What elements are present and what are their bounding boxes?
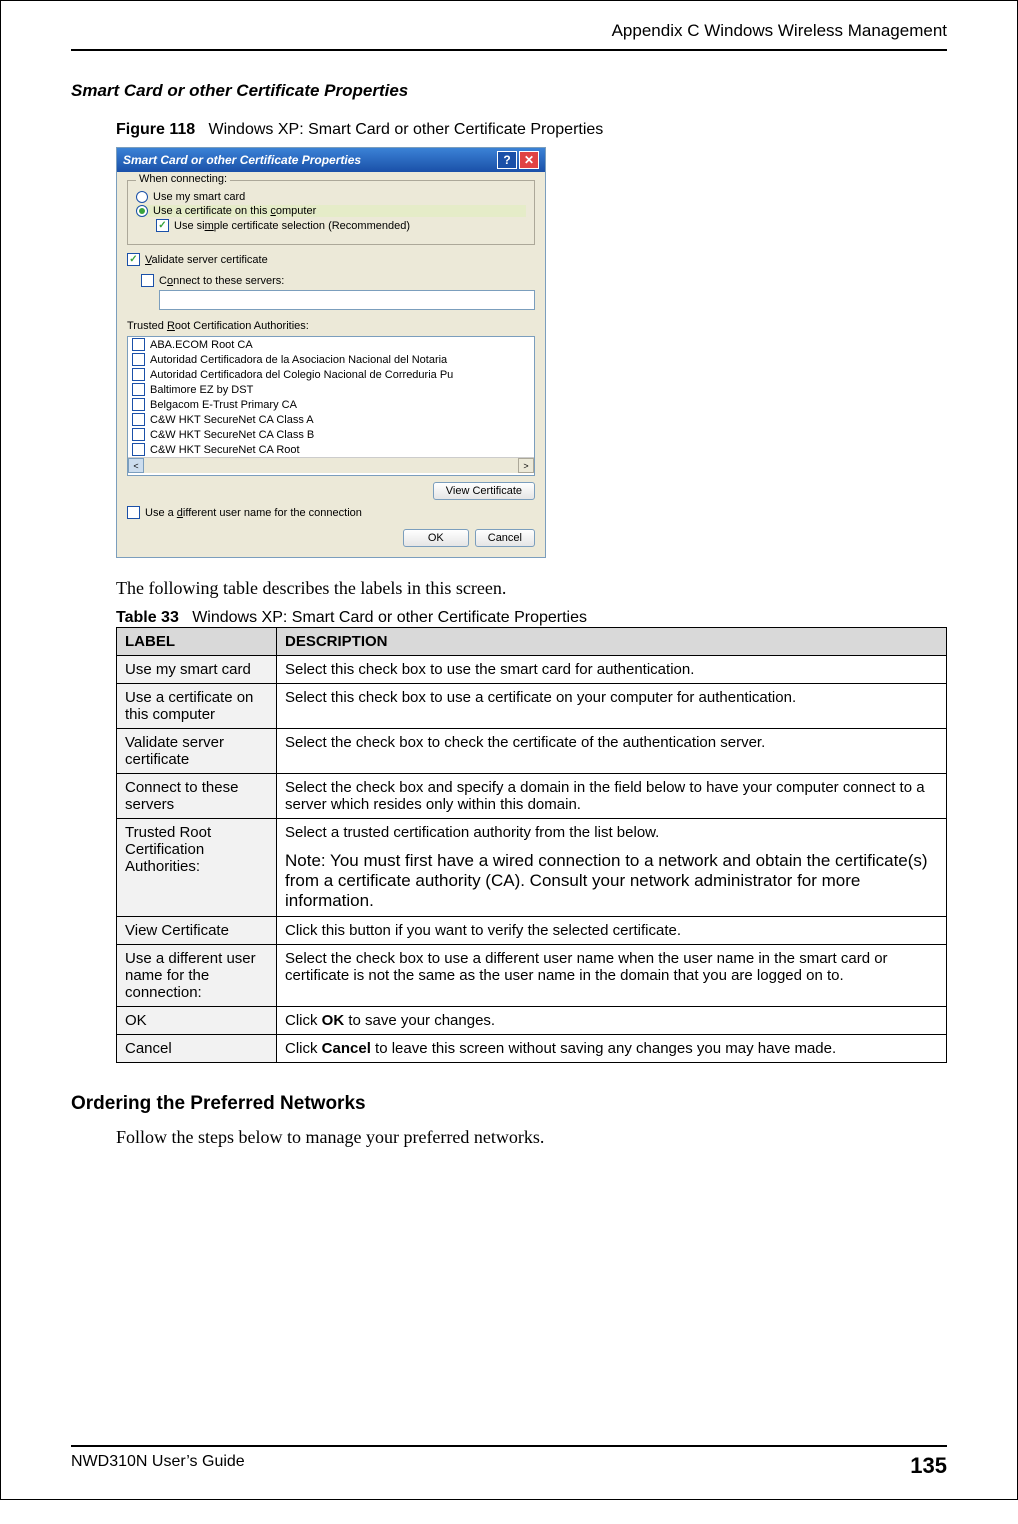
section-title: Smart Card or other Certificate Properti… (71, 81, 947, 101)
radio-icon (136, 205, 148, 217)
list-item[interactable]: Baltimore EZ by DST (128, 382, 534, 397)
authorities-list[interactable]: ABA.ECOM Root CA Autoridad Certificadora… (127, 336, 535, 476)
servers-input[interactable] (159, 290, 535, 310)
checkbox-simple[interactable]: Use simple certificate selection (Recomm… (156, 219, 526, 232)
table-row: View Certificate Click this button if yo… (117, 917, 947, 945)
table-intro-text: The following table describes the labels… (116, 578, 947, 599)
radio-smartcard[interactable]: Use my smart card (136, 191, 526, 203)
page-footer: NWD310N User’s Guide 135 (71, 1445, 947, 1479)
horizontal-scrollbar[interactable]: < > (128, 457, 534, 473)
table-row: Cancel Click Cancel to leave this screen… (117, 1035, 947, 1063)
checkbox-icon (132, 398, 145, 411)
checkbox-icon (132, 338, 145, 351)
checkbox-icon (127, 506, 140, 519)
table-row: Use my smart card Select this check box … (117, 656, 947, 684)
list-item[interactable]: ABA.ECOM Root CA (128, 337, 534, 352)
trusted-label: Trusted Root Certification Authorities: (127, 320, 535, 332)
list-item[interactable]: C&W HKT SecureNet CA Class B (128, 427, 534, 442)
properties-table: LABEL DESCRIPTION Use my smart card Sele… (116, 627, 947, 1063)
table-caption: Table 33 Windows XP: Smart Card or other… (116, 609, 947, 627)
footer-guide: NWD310N User’s Guide (71, 1453, 245, 1479)
help-button-icon[interactable]: ? (497, 151, 517, 169)
close-button-icon[interactable]: ✕ (519, 151, 539, 169)
xp-dialog: Smart Card or other Certificate Properti… (116, 147, 546, 558)
checkbox-icon (127, 253, 140, 266)
radio-smartcard-label: Use my smart card (153, 191, 245, 203)
subsection-body: Follow the steps below to manage your pr… (116, 1127, 947, 1148)
table-row: Validate server certificate Select the c… (117, 729, 947, 774)
table-row: Connect to these servers Select the chec… (117, 774, 947, 819)
ok-button[interactable]: OK (403, 529, 469, 547)
list-item[interactable]: Autoridad Certificadora de la Asociacion… (128, 352, 534, 367)
list-item[interactable]: Autoridad Certificadora del Colegio Naci… (128, 367, 534, 382)
table-row: Use a different user name for the connec… (117, 945, 947, 1007)
when-connecting-group: When connecting: Use my smart card Use a… (127, 180, 535, 245)
checkbox-icon (132, 428, 145, 441)
note-text: Note: You must first have a wired connec… (285, 851, 938, 911)
table-caption-text: Windows XP: Smart Card or other Certific… (192, 609, 587, 626)
figure-number: Figure 118 (116, 121, 195, 138)
table-row: OK Click OK to save your changes. (117, 1007, 947, 1035)
header-appendix: Appendix C Windows Wireless Management (71, 21, 947, 41)
checkbox-diff-user-label: Use a different user name for the connec… (145, 507, 362, 519)
checkbox-validate[interactable]: Validate server certificate (127, 253, 535, 266)
th-label: LABEL (117, 628, 277, 656)
checkbox-validate-label: Validate server certificate (145, 254, 268, 266)
checkbox-icon (132, 413, 145, 426)
table-row: Trusted Root Certification Authorities: … (117, 819, 947, 917)
checkbox-icon (132, 353, 145, 366)
table-row: Use a certificate on this computer Selec… (117, 684, 947, 729)
titlebar[interactable]: Smart Card or other Certificate Properti… (117, 148, 545, 172)
checkbox-connect-label: Connect to these servers: (159, 275, 284, 287)
radio-certificate-label: Use a certificate on this computer (153, 205, 316, 217)
list-item[interactable]: C&W HKT SecureNet CA Root (128, 442, 534, 457)
checkbox-icon (156, 219, 169, 232)
footer-page-number: 135 (910, 1453, 947, 1479)
view-certificate-button[interactable]: View Certificate (433, 482, 535, 500)
checkbox-simple-label: Use simple certificate selection (Recomm… (174, 220, 410, 232)
scroll-right-icon[interactable]: > (518, 458, 534, 473)
checkbox-icon (132, 443, 145, 456)
cancel-button[interactable]: Cancel (475, 529, 535, 547)
th-description: DESCRIPTION (277, 628, 947, 656)
checkbox-icon (132, 368, 145, 381)
checkbox-icon (141, 274, 154, 287)
table-number: Table 33 (116, 609, 179, 626)
list-item[interactable]: C&W HKT SecureNet CA Class A (128, 412, 534, 427)
titlebar-text: Smart Card or other Certificate Properti… (123, 153, 361, 167)
list-item[interactable]: Belgacom E-Trust Primary CA (128, 397, 534, 412)
scroll-left-icon[interactable]: < (128, 458, 144, 473)
radio-certificate[interactable]: Use a certificate on this computer (136, 205, 526, 217)
header-rule (71, 49, 947, 51)
checkbox-diff-user[interactable]: Use a different user name for the connec… (127, 506, 535, 519)
checkbox-connect[interactable]: Connect to these servers: (141, 274, 535, 287)
radio-icon (136, 191, 148, 203)
checkbox-icon (132, 383, 145, 396)
subsection-title: Ordering the Preferred Networks (71, 1093, 947, 1115)
figure-caption-text: Windows XP: Smart Card or other Certific… (209, 121, 604, 138)
figure-caption: Figure 118 Windows XP: Smart Card or oth… (116, 121, 947, 139)
group-legend: When connecting: (136, 173, 230, 185)
